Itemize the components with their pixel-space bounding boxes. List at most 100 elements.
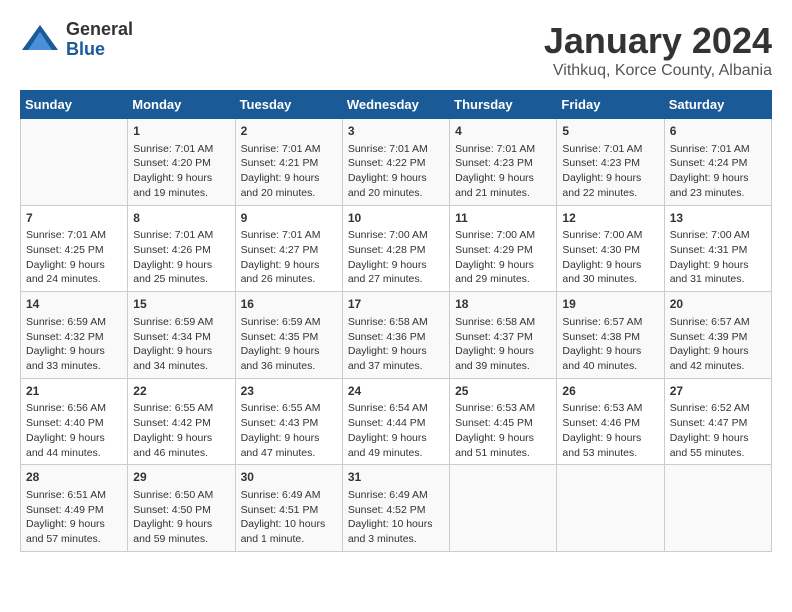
day-number: 3 (348, 123, 444, 140)
day-info: Sunrise: 7:00 AMSunset: 4:28 PMDaylight:… (348, 228, 444, 287)
day-number: 11 (455, 210, 551, 227)
calendar-cell: 31 Sunrise: 6:49 AMSunset: 4:52 PMDayligh… (342, 465, 449, 552)
week-row-3: 14Sunrise: 6:59 AMSunset: 4:32 PMDayligh… (21, 292, 772, 379)
day-number: 5 (562, 123, 658, 140)
calendar-cell: 2 Sunrise: 7:01 AMSunset: 4:21 PMDaylight… (235, 119, 342, 206)
day-info: Sunrise: 6:53 AMSunset: 4:45 PMDaylight:… (455, 401, 551, 460)
day-number: 24 (348, 383, 444, 400)
calendar-cell: 26Sunrise: 6:53 AMSunset: 4:46 PMDayligh… (557, 378, 664, 465)
day-number: 20 (670, 296, 766, 313)
calendar-header: SundayMondayTuesdayWednesdayThursdayFrid… (21, 91, 772, 119)
day-info: Sunrise: 7:00 AMSunset: 4:29 PMDaylight:… (455, 228, 551, 287)
calendar-cell: 23Sunrise: 6:55 AMSunset: 4:43 PMDayligh… (235, 378, 342, 465)
day-number: 27 (670, 383, 766, 400)
day-info: Sunrise: 6:53 AMSunset: 4:46 PMDaylight:… (562, 401, 658, 460)
calendar-cell: 18Sunrise: 6:58 AMSunset: 4:37 PMDayligh… (450, 292, 557, 379)
calendar-cell: 19 Sunrise: 6:57 AMSunset: 4:38 PMDayligh… (557, 292, 664, 379)
header-saturday: Saturday (664, 91, 771, 119)
calendar-body: 1Sunrise: 7:01 AMSunset: 4:20 PMDaylight… (21, 119, 772, 552)
day-info: Sunrise: 7:01 AMSunset: 4:23 PMDaylight:… (455, 142, 551, 201)
month-title: January 2024 (544, 20, 772, 62)
day-number: 28 (26, 469, 122, 486)
logo-text: General Blue (66, 20, 133, 60)
day-number: 17 (348, 296, 444, 313)
calendar-cell: 10Sunrise: 7:00 AMSunset: 4:28 PMDayligh… (342, 205, 449, 292)
day-number: 22 (133, 383, 229, 400)
day-number: 26 (562, 383, 658, 400)
day-number: 2 (241, 123, 337, 140)
calendar-cell: 30Sunrise: 6:49 AMSunset: 4:51 PMDayligh… (235, 465, 342, 552)
day-number: 13 (670, 210, 766, 227)
header-wednesday: Wednesday (342, 91, 449, 119)
day-number: 21 (26, 383, 122, 400)
header-friday: Friday (557, 91, 664, 119)
calendar-cell: 15Sunrise: 6:59 AMSunset: 4:34 PMDayligh… (128, 292, 235, 379)
calendar-cell: 8Sunrise: 7:01 AMSunset: 4:26 PMDaylight… (128, 205, 235, 292)
header-monday: Monday (128, 91, 235, 119)
day-number: 9 (241, 210, 337, 227)
day-number: 7 (26, 210, 122, 227)
week-row-2: 7Sunrise: 7:01 AMSunset: 4:25 PMDaylight… (21, 205, 772, 292)
logo-icon (20, 20, 60, 60)
header-row: SundayMondayTuesdayWednesdayThursdayFrid… (21, 91, 772, 119)
calendar-cell: 24Sunrise: 6:54 AMSunset: 4:44 PMDayligh… (342, 378, 449, 465)
day-info: Sunrise: 7:01 AMSunset: 4:25 PMDaylight:… (26, 228, 122, 287)
day-info: Sunrise: 6:57 AMSunset: 4:39 PMDaylight:… (670, 315, 766, 374)
logo-blue: Blue (66, 40, 133, 60)
day-info: Sunrise: 7:01 AMSunset: 4:24 PMDaylight:… (670, 142, 766, 201)
day-info: Sunrise: 6:58 AMSunset: 4:36 PMDaylight:… (348, 315, 444, 374)
day-number: 19 (562, 296, 658, 313)
header-tuesday: Tuesday (235, 91, 342, 119)
week-row-4: 21Sunrise: 6:56 AMSunset: 4:40 PMDayligh… (21, 378, 772, 465)
day-info: Sunrise: 6:55 AMSunset: 4:43 PMDaylight:… (241, 401, 337, 460)
calendar-cell (664, 465, 771, 552)
day-number: 8 (133, 210, 229, 227)
day-number: 29 (133, 469, 229, 486)
day-number: 25 (455, 383, 551, 400)
day-number: 10 (348, 210, 444, 227)
location-subtitle: Vithkuq, Korce County, Albania (544, 62, 772, 80)
day-info: Sunrise: 6:54 AMSunset: 4:44 PMDaylight:… (348, 401, 444, 460)
calendar-cell: 22Sunrise: 6:55 AMSunset: 4:42 PMDayligh… (128, 378, 235, 465)
day-info: Sunrise: 6:57 AMSunset: 4:38 PMDaylight:… (562, 315, 658, 374)
day-number: 14 (26, 296, 122, 313)
calendar-cell: 13Sunrise: 7:00 AMSunset: 4:31 PMDayligh… (664, 205, 771, 292)
week-row-5: 28Sunrise: 6:51 AMSunset: 4:49 PMDayligh… (21, 465, 772, 552)
day-number: 12 (562, 210, 658, 227)
day-info: Sunrise: 7:01 AMSunset: 4:23 PMDaylight:… (562, 142, 658, 201)
page-header: General Blue January 2024 Vithkuq, Korce… (20, 20, 772, 80)
day-number: 23 (241, 383, 337, 400)
day-info: Sunrise: 7:01 AMSunset: 4:21 PMDaylight:… (241, 142, 337, 201)
title-block: January 2024 Vithkuq, Korce County, Alba… (544, 20, 772, 80)
day-info: Sunrise: 6:50 AMSunset: 4:50 PMDaylight:… (133, 488, 229, 547)
header-sunday: Sunday (21, 91, 128, 119)
day-number: 15 (133, 296, 229, 313)
day-number: 31 (348, 469, 444, 486)
calendar-table: SundayMondayTuesdayWednesdayThursdayFrid… (20, 90, 772, 552)
calendar-cell: 6 Sunrise: 7:01 AMSunset: 4:24 PMDaylight… (664, 119, 771, 206)
header-thursday: Thursday (450, 91, 557, 119)
day-info: Sunrise: 7:01 AMSunset: 4:26 PMDaylight:… (133, 228, 229, 287)
day-info: Sunrise: 6:52 AMSunset: 4:47 PMDaylight:… (670, 401, 766, 460)
calendar-cell (450, 465, 557, 552)
calendar-cell: 20 Sunrise: 6:57 AMSunset: 4:39 PMDayligh… (664, 292, 771, 379)
calendar-cell: 12Sunrise: 7:00 AMSunset: 4:30 PMDayligh… (557, 205, 664, 292)
calendar-cell: 28Sunrise: 6:51 AMSunset: 4:49 PMDayligh… (21, 465, 128, 552)
calendar-cell: 25Sunrise: 6:53 AMSunset: 4:45 PMDayligh… (450, 378, 557, 465)
calendar-cell: 21Sunrise: 6:56 AMSunset: 4:40 PMDayligh… (21, 378, 128, 465)
logo: General Blue (20, 20, 133, 60)
day-info: Sunrise: 7:01 AMSunset: 4:20 PMDaylight:… (133, 142, 229, 201)
calendar-cell: 11Sunrise: 7:00 AMSunset: 4:29 PMDayligh… (450, 205, 557, 292)
day-info: Sunrise: 6:49 AMSunset: 4:52 PMDaylight:… (348, 488, 444, 547)
day-number: 6 (670, 123, 766, 140)
calendar-cell: 9Sunrise: 7:01 AMSunset: 4:27 PMDaylight… (235, 205, 342, 292)
calendar-cell: 7Sunrise: 7:01 AMSunset: 4:25 PMDaylight… (21, 205, 128, 292)
week-row-1: 1Sunrise: 7:01 AMSunset: 4:20 PMDaylight… (21, 119, 772, 206)
calendar-cell: 27Sunrise: 6:52 AMSunset: 4:47 PMDayligh… (664, 378, 771, 465)
calendar-cell: 17 Sunrise: 6:58 AMSunset: 4:36 PMDayligh… (342, 292, 449, 379)
logo-general: General (66, 20, 133, 40)
day-number: 16 (241, 296, 337, 313)
day-info: Sunrise: 6:55 AMSunset: 4:42 PMDaylight:… (133, 401, 229, 460)
calendar-cell: 3Sunrise: 7:01 AMSunset: 4:22 PMDaylight… (342, 119, 449, 206)
day-info: Sunrise: 6:58 AMSunset: 4:37 PMDaylight:… (455, 315, 551, 374)
